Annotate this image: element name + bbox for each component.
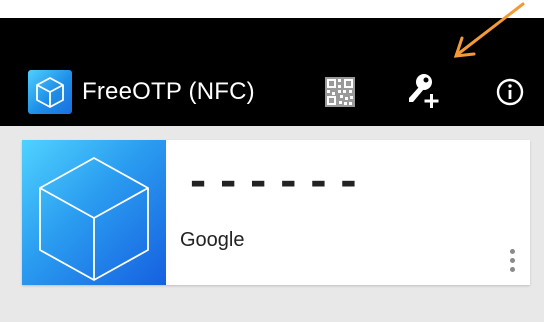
app-title: FreeOTP (NFC) — [82, 78, 255, 105]
scan-qr-button[interactable] — [316, 68, 364, 116]
token-card-google[interactable]: ------ Google — [22, 140, 530, 285]
token-list: ------ Google — [0, 126, 544, 322]
status-bar — [0, 18, 544, 58]
top-margin — [0, 0, 544, 18]
token-code: ------ — [186, 159, 367, 205]
cube-icon — [39, 157, 149, 281]
info-icon — [496, 78, 524, 106]
add-token-button[interactable] — [400, 68, 448, 116]
key-plus-icon — [409, 74, 439, 108]
app-screen: FreeOTP (NFC) ------ Google — [0, 0, 544, 322]
token-image — [22, 140, 166, 285]
token-label: Google — [180, 229, 245, 251]
about-button[interactable] — [486, 68, 534, 116]
overflow-menu-icon[interactable] — [500, 240, 524, 280]
action-bar: FreeOTP (NFC) — [0, 58, 544, 126]
qr-code-icon — [325, 77, 355, 107]
app-logo-icon — [28, 70, 72, 114]
